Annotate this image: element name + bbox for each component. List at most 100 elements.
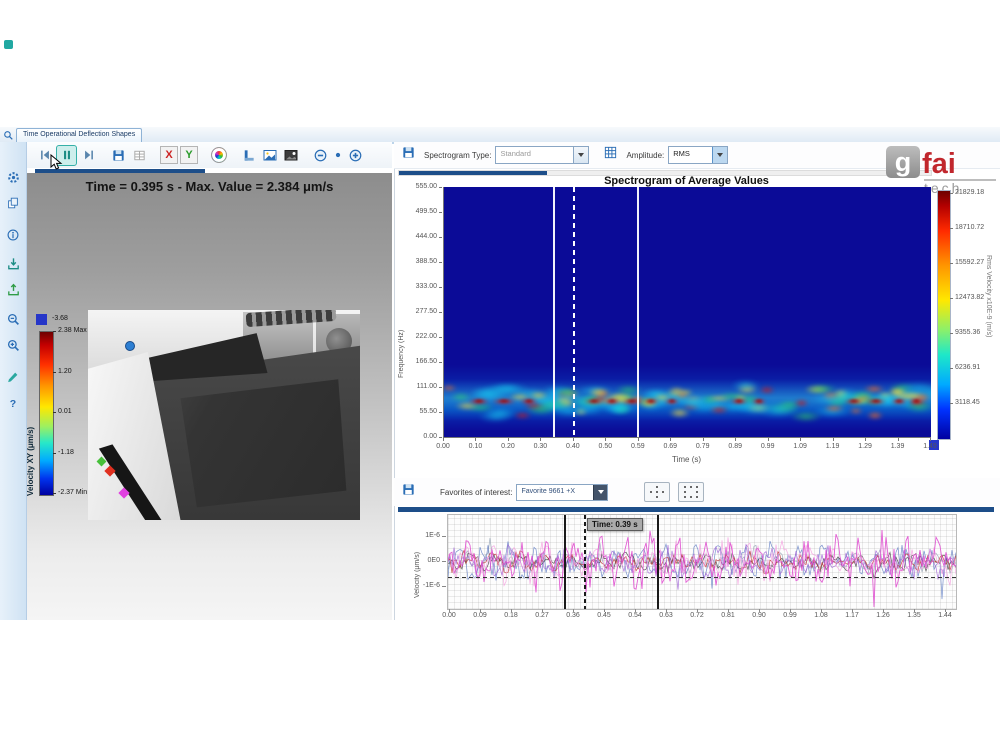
app-accent-dot <box>4 40 13 49</box>
spectrogram-x-tick-label: 0.59 <box>626 443 650 450</box>
spectrogram-y-tick-label: 388.50 <box>407 258 437 265</box>
x-axis-button[interactable]: X <box>160 146 178 164</box>
zoom-in-button[interactable] <box>346 146 365 165</box>
save-icon[interactable] <box>401 482 416 502</box>
spectrogram-blob <box>471 408 520 424</box>
mouse-cursor <box>50 154 63 171</box>
spectrogram-y-tick-label: 55.50 <box>407 408 437 415</box>
colorbar-tick-mark <box>53 372 56 373</box>
spectrogram-y-tick-label: 222.00 <box>407 333 437 340</box>
image-light-button[interactable] <box>260 146 279 165</box>
time-plot-x-tick-label: 0.81 <box>716 612 740 619</box>
spectrogram-colorbar-label: Rms Velocity x10E-9 (m/s) <box>985 255 992 337</box>
save-icon[interactable] <box>401 145 416 165</box>
spectrogram-y-tick-mark <box>439 362 442 363</box>
image-dark-button[interactable] <box>281 146 300 165</box>
color-wheel-button[interactable] <box>209 146 228 165</box>
spectrogram-selection-line[interactable] <box>637 187 639 437</box>
spectrogram-cursor-line[interactable] <box>573 187 575 437</box>
chevron-down-icon[interactable] <box>712 147 727 163</box>
deflection-title: Time = 0.395 s - Max. Value = 2.384 μm/s <box>27 179 392 194</box>
spectrogram-y-tick-mark <box>439 237 442 238</box>
amplitude-value: RMS <box>669 147 712 163</box>
zoom-in-icon[interactable] <box>4 336 22 354</box>
spectrogram-x-tick-label: 0.79 <box>691 443 715 450</box>
time-plot-selection-line[interactable] <box>657 515 659 609</box>
spectrogram-x-tick-label: 0.99 <box>756 443 780 450</box>
time-series-plot[interactable]: Time: 0.39 s <box>447 514 957 610</box>
point-size-button[interactable] <box>332 146 344 165</box>
save-button[interactable] <box>109 146 128 165</box>
info-icon[interactable] <box>4 226 22 244</box>
scale-button[interactable] <box>239 146 258 165</box>
time-plot-cursor-line[interactable] <box>584 515 586 609</box>
time-plot-y-tick-label: 0E0 <box>416 557 440 564</box>
spectrogram-blob <box>846 398 861 404</box>
next-frame-button[interactable] <box>79 146 98 165</box>
spectrogram-selection-line[interactable] <box>553 187 555 437</box>
spectrogram-y-tick-label: 555.00 <box>407 183 437 190</box>
spectrogram-y-tick-mark <box>439 412 442 413</box>
amplitude-dropdown[interactable]: RMS <box>668 146 728 164</box>
spectrogram-y-axis-label: Frequency (Hz) <box>398 248 405 378</box>
spectrogram-y-tick-label: 333.00 <box>407 283 437 290</box>
copy-icon[interactable] <box>4 194 22 212</box>
colorbar-tick-label: 2.38 Max <box>58 327 87 334</box>
spectrogram-x-tick-label: 1.29 <box>853 443 877 450</box>
import-icon[interactable] <box>4 280 22 298</box>
time-plot-baseline-dashed <box>448 577 956 578</box>
spectrogram-colorbar-tick-mark <box>950 403 953 404</box>
table-button[interactable] <box>130 146 149 165</box>
time-plot-x-tick-label: 1.26 <box>871 612 895 619</box>
export-icon[interactable] <box>4 254 22 272</box>
spectrogram-y-tick-label: 0.00 <box>407 433 437 440</box>
y-axis-button[interactable]: Y <box>180 146 198 164</box>
spectrogram-y-tick-label: 499.50 <box>407 208 437 215</box>
spectrogram-blob <box>550 385 585 398</box>
marker-layout-button-1[interactable] <box>644 482 670 502</box>
spectrogram-y-tick-label: 277.50 <box>407 308 437 315</box>
time-plot-y-tick-label: 1E-6 <box>416 532 440 539</box>
annotate-pencil-icon[interactable] <box>4 368 22 386</box>
tab-time-operational-deflection-shapes[interactable]: Time Operational Deflection Shapes <box>16 128 142 142</box>
chevron-down-icon[interactable] <box>593 485 607 500</box>
favorites-progress-bar <box>398 507 994 512</box>
zoom-out-icon[interactable] <box>4 310 22 328</box>
time-plot-x-tick-label: 0.54 <box>623 612 647 619</box>
grid-icon[interactable] <box>603 145 618 165</box>
spectrogram-y-tick-mark <box>439 387 442 388</box>
marker-layout-button-2[interactable] <box>678 482 704 502</box>
spectrogram-x-tick-label: 0.40 <box>561 443 585 450</box>
zoom-out-button[interactable] <box>311 146 330 165</box>
spectrogram-x-tick-label: 0.89 <box>723 443 747 450</box>
spectrogram-x-axis-label: Time (s) <box>443 455 930 464</box>
time-plot-y-tick-mark <box>442 561 446 562</box>
settings-icon[interactable] <box>4 168 22 186</box>
spectrogram-blob <box>666 398 678 404</box>
spectrogram-x-tick-label: 0.50 <box>593 443 617 450</box>
time-plot-x-tick-label: 0.09 <box>468 612 492 619</box>
time-plot-x-tick-label: 0.45 <box>592 612 616 619</box>
favorites-dropdown[interactable]: Favorite 9661 +X <box>516 484 608 501</box>
time-plot-selection-line[interactable] <box>564 515 566 609</box>
spectrogram-x-tick-label: 0.30 <box>528 443 552 450</box>
colorbar-tick-label: 1.20 <box>58 368 72 375</box>
colorbar-tick-label: 0.01 <box>58 408 72 415</box>
spectrogram-y-tick-label: 444.00 <box>407 233 437 240</box>
chevron-down-icon[interactable] <box>573 147 588 163</box>
left-toolbar: X Y <box>27 142 392 168</box>
spectrogram-blob <box>911 398 922 404</box>
time-plot-x-tick-label: 0.72 <box>685 612 709 619</box>
spectrogram-colorbar-tick-label: 21829.18 <box>955 189 984 196</box>
spectrogram-y-tick-mark <box>439 212 442 213</box>
spectrogram-type-dropdown[interactable]: Standard <box>495 146 589 164</box>
spectrogram-x-tick-mark <box>735 438 736 441</box>
spectrogram-x-tick-mark <box>670 438 671 441</box>
help-icon[interactable]: ? <box>4 394 22 412</box>
spectrogram-plot[interactable] <box>443 187 931 438</box>
machine-camera-image[interactable] <box>88 310 360 520</box>
spectrogram-blob <box>863 410 887 421</box>
spectrogram-y-tick-mark <box>439 312 442 313</box>
spectrogram-x-tick-mark <box>898 438 899 441</box>
colorbar-overflow-swatch <box>36 314 47 325</box>
